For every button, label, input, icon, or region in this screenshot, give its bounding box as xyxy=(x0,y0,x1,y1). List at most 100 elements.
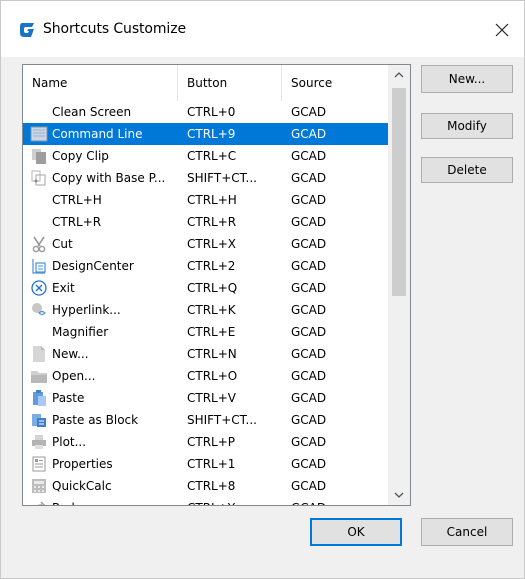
open-folder-icon xyxy=(30,367,48,385)
row-source-cell: GCAD xyxy=(291,171,327,185)
row-source-cell: GCAD xyxy=(291,391,327,405)
app-logo-icon xyxy=(19,22,35,38)
chevron-down-icon xyxy=(394,492,404,498)
cancel-button[interactable]: Cancel xyxy=(421,518,513,546)
row-source-cell: GCAD xyxy=(291,105,327,119)
table-row[interactable]: QuickCalc CTRL+8 GCAD xyxy=(23,475,388,497)
row-button-cell: CTRL+N xyxy=(187,347,237,361)
scrollbar-thumb[interactable] xyxy=(392,88,406,296)
row-name-cell: New... xyxy=(52,347,89,361)
close-button[interactable] xyxy=(487,15,517,45)
row-button-cell: SHIFT+CT... xyxy=(187,413,257,427)
quickcalc-icon xyxy=(30,477,48,495)
row-source-cell: GCAD xyxy=(291,369,327,383)
table-row[interactable]: Clean Screen CTRL+0 GCAD xyxy=(23,101,388,123)
new-button[interactable]: New... xyxy=(421,65,513,93)
row-button-cell: CTRL+0 xyxy=(187,105,236,119)
ok-button[interactable]: OK xyxy=(310,518,402,546)
row-source-cell: GCAD xyxy=(291,325,327,339)
table-row[interactable]: Cut CTRL+X GCAD xyxy=(23,233,388,255)
row-name-cell: DesignCenter xyxy=(52,259,134,273)
table-row[interactable]: Copy with Base P... SHIFT+CT... GCAD xyxy=(23,167,388,189)
table-row[interactable]: Open... CTRL+O GCAD xyxy=(23,365,388,387)
table-row[interactable]: Exit CTRL+Q GCAD xyxy=(23,277,388,299)
row-source-cell: GCAD xyxy=(291,497,326,505)
vertical-scrollbar[interactable] xyxy=(388,65,410,505)
table-row[interactable]: CTRL+H CTRL+H GCAD xyxy=(23,189,388,211)
table-row[interactable]: CTRL+R CTRL+R GCAD xyxy=(23,211,388,233)
table-row[interactable]: Redo CTRL+Y GCAD xyxy=(23,497,388,505)
column-header-name[interactable]: Name xyxy=(23,65,178,101)
row-button-cell: CTRL+P xyxy=(187,435,236,449)
row-name-cell: Clean Screen xyxy=(52,105,132,119)
row-source-cell: GCAD xyxy=(291,303,327,317)
design-center-icon xyxy=(30,257,48,275)
column-header-source[interactable]: Source xyxy=(282,65,388,101)
modify-button[interactable]: Modify xyxy=(421,113,513,139)
close-icon xyxy=(495,23,509,37)
table-row[interactable]: Paste CTRL+V GCAD xyxy=(23,387,388,409)
list-header: Name Button Source xyxy=(23,65,388,101)
row-source-cell: GCAD xyxy=(291,457,327,471)
row-button-cell: CTRL+C xyxy=(187,149,237,163)
row-name-cell: Redo xyxy=(52,497,183,505)
title-bar: Shortcuts Customize xyxy=(1,1,524,57)
redo-icon xyxy=(30,499,48,505)
table-row[interactable]: DesignCenter CTRL+2 GCAD xyxy=(23,255,388,277)
new-file-icon xyxy=(30,345,48,363)
table-row[interactable]: Properties CTRL+1 GCAD xyxy=(23,453,388,475)
chevron-up-icon xyxy=(394,72,404,78)
row-source-cell: GCAD xyxy=(291,127,327,141)
row-name-cell: CTRL+H xyxy=(52,193,102,207)
row-source-cell: GCAD xyxy=(291,193,327,207)
column-header-button[interactable]: Button xyxy=(178,65,282,101)
row-button-cell: CTRL+X xyxy=(187,237,237,251)
row-name-cell: Properties xyxy=(52,457,113,471)
copy-base-icon xyxy=(30,169,48,187)
row-name-cell: Hyperlink... xyxy=(52,303,121,317)
row-button-cell: CTRL+O xyxy=(187,369,238,383)
table-row[interactable]: Hyperlink... CTRL+K GCAD xyxy=(23,299,388,321)
scroll-down-button[interactable] xyxy=(388,485,410,505)
row-button-cell: SHIFT+CT... xyxy=(187,171,257,185)
row-button-cell: CTRL+V xyxy=(187,391,236,405)
row-button-cell: CTRL+8 xyxy=(187,479,236,493)
row-button-cell: CTRL+K xyxy=(187,303,236,317)
shortcut-list[interactable]: Name Button Source Clean Screen CTRL+0 GCA… xyxy=(22,64,411,506)
properties-icon xyxy=(30,455,48,473)
dialog-title: Shortcuts Customize xyxy=(43,21,186,37)
row-button-cell: CTRL+Y xyxy=(187,497,235,505)
table-row[interactable]: Paste as Block SHIFT+CT... GCAD xyxy=(23,409,388,431)
table-row[interactable]: Command Line CTRL+9 GCAD xyxy=(23,123,388,145)
exit-icon xyxy=(30,279,48,297)
hyperlink-icon xyxy=(30,301,48,319)
scroll-up-button[interactable] xyxy=(388,65,410,85)
delete-button[interactable]: Delete xyxy=(421,157,513,183)
row-name-cell: Magnifier xyxy=(52,325,109,339)
row-source-cell: GCAD xyxy=(291,149,327,163)
row-source-cell: GCAD xyxy=(291,281,327,295)
table-row[interactable]: Copy Clip CTRL+C GCAD xyxy=(23,145,388,167)
row-source-cell: GCAD xyxy=(291,237,327,251)
command-line-icon xyxy=(30,125,48,143)
row-name-cell: QuickCalc xyxy=(52,479,112,493)
row-button-cell: CTRL+9 xyxy=(187,127,236,141)
row-source-cell: GCAD xyxy=(291,435,327,449)
row-button-cell: CTRL+R xyxy=(187,215,237,229)
shortcuts-customize-dialog: Shortcuts Customize Name Button Source C… xyxy=(0,0,525,579)
row-name-cell: Cut xyxy=(52,237,73,251)
row-source-cell: GCAD xyxy=(291,259,327,273)
row-button-cell: CTRL+Q xyxy=(187,281,238,295)
row-button-cell: CTRL+2 xyxy=(187,259,236,273)
table-row[interactable]: Magnifier CTRL+E GCAD xyxy=(23,321,388,343)
table-row[interactable]: Plot... CTRL+P GCAD xyxy=(23,431,388,453)
paste-icon xyxy=(30,389,48,407)
row-name-cell: Exit xyxy=(52,281,75,295)
row-name-cell: Open... xyxy=(52,369,96,383)
table-row[interactable]: New... CTRL+N GCAD xyxy=(23,343,388,365)
row-button-cell: CTRL+E xyxy=(187,325,236,339)
row-name-cell: Paste xyxy=(52,391,85,405)
row-source-cell: GCAD xyxy=(291,215,327,229)
row-name-cell: Paste as Block xyxy=(52,413,139,427)
row-name-cell: Command Line xyxy=(52,127,143,141)
